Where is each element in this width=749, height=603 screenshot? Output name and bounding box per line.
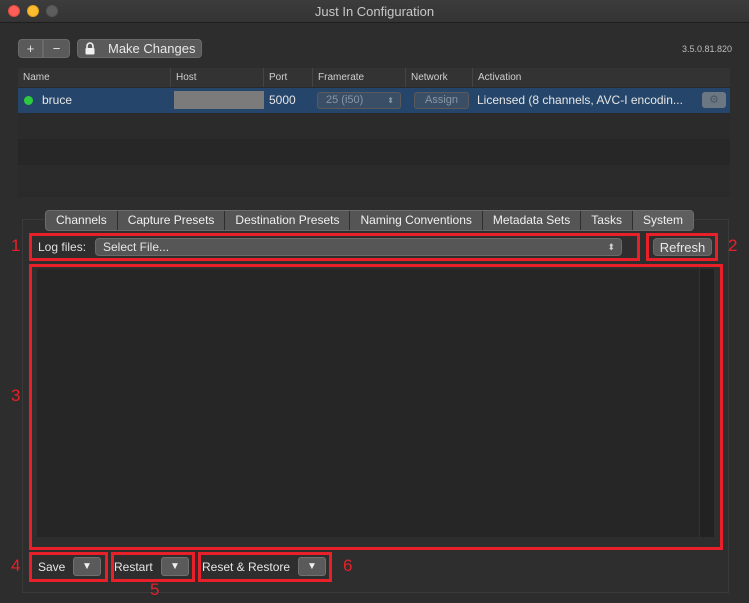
status-online-icon bbox=[24, 96, 33, 105]
annotation-box-4 bbox=[29, 552, 108, 582]
empty-row bbox=[18, 113, 730, 139]
gear-icon[interactable]: ⚙ bbox=[702, 92, 726, 108]
column-header-host[interactable]: Host bbox=[171, 68, 264, 87]
column-header-network[interactable]: Network bbox=[406, 68, 473, 87]
column-header-activation[interactable]: Activation bbox=[473, 68, 730, 87]
make-changes-button[interactable]: Make Changes bbox=[77, 39, 202, 58]
annotation-box-3 bbox=[29, 264, 723, 550]
annotation-number-5: 5 bbox=[150, 580, 160, 599]
window-title: Just In Configuration bbox=[314, 4, 435, 19]
activation-status: Licensed (8 channels, AVC-I encodin... bbox=[477, 93, 683, 107]
framerate-select[interactable]: 25 (i50) ⬍ bbox=[317, 92, 401, 109]
annotation-number-1: 1 bbox=[11, 236, 21, 255]
tab-bar: Channels Capture Presets Destination Pre… bbox=[45, 210, 694, 231]
title-bar: Just In Configuration bbox=[0, 0, 749, 23]
empty-row bbox=[18, 139, 730, 165]
annotation-box-1 bbox=[29, 233, 640, 261]
device-name: bruce bbox=[42, 93, 73, 107]
lock-icon bbox=[85, 42, 95, 55]
column-header-port[interactable]: Port bbox=[264, 68, 313, 87]
select-arrows-icon: ⬍ bbox=[387, 96, 394, 105]
tab-channels[interactable]: Channels bbox=[46, 211, 118, 230]
tab-system[interactable]: System bbox=[632, 211, 693, 230]
add-device-button[interactable]: + bbox=[18, 39, 43, 58]
empty-row bbox=[18, 165, 730, 191]
column-header-framerate[interactable]: Framerate bbox=[313, 68, 406, 87]
framerate-value: 25 (i50) bbox=[326, 94, 364, 106]
host-redacted bbox=[174, 91, 264, 109]
tab-naming-conventions[interactable]: Naming Conventions bbox=[350, 211, 483, 230]
annotation-box-2 bbox=[646, 233, 718, 261]
device-port: 5000 bbox=[269, 93, 296, 107]
annotation-number-4: 4 bbox=[11, 556, 21, 575]
annotation-number-2: 2 bbox=[728, 236, 738, 255]
assign-network-button[interactable]: Assign bbox=[414, 92, 469, 109]
column-header-name[interactable]: Name bbox=[18, 68, 171, 87]
annotation-box-6 bbox=[198, 552, 332, 582]
tab-tasks[interactable]: Tasks bbox=[581, 211, 633, 230]
version-label: 3.5.0.81.820 bbox=[681, 44, 732, 54]
annotation-number-3: 3 bbox=[11, 386, 21, 405]
tab-capture-presets[interactable]: Capture Presets bbox=[118, 211, 226, 230]
annotation-box-5 bbox=[111, 552, 195, 582]
annotation-number-6: 6 bbox=[343, 556, 353, 575]
make-changes-label: Make Changes bbox=[108, 41, 196, 56]
remove-device-button[interactable]: − bbox=[43, 39, 70, 58]
tab-metadata-sets[interactable]: Metadata Sets bbox=[483, 211, 582, 230]
tab-destination-presets[interactable]: Destination Presets bbox=[225, 211, 351, 230]
